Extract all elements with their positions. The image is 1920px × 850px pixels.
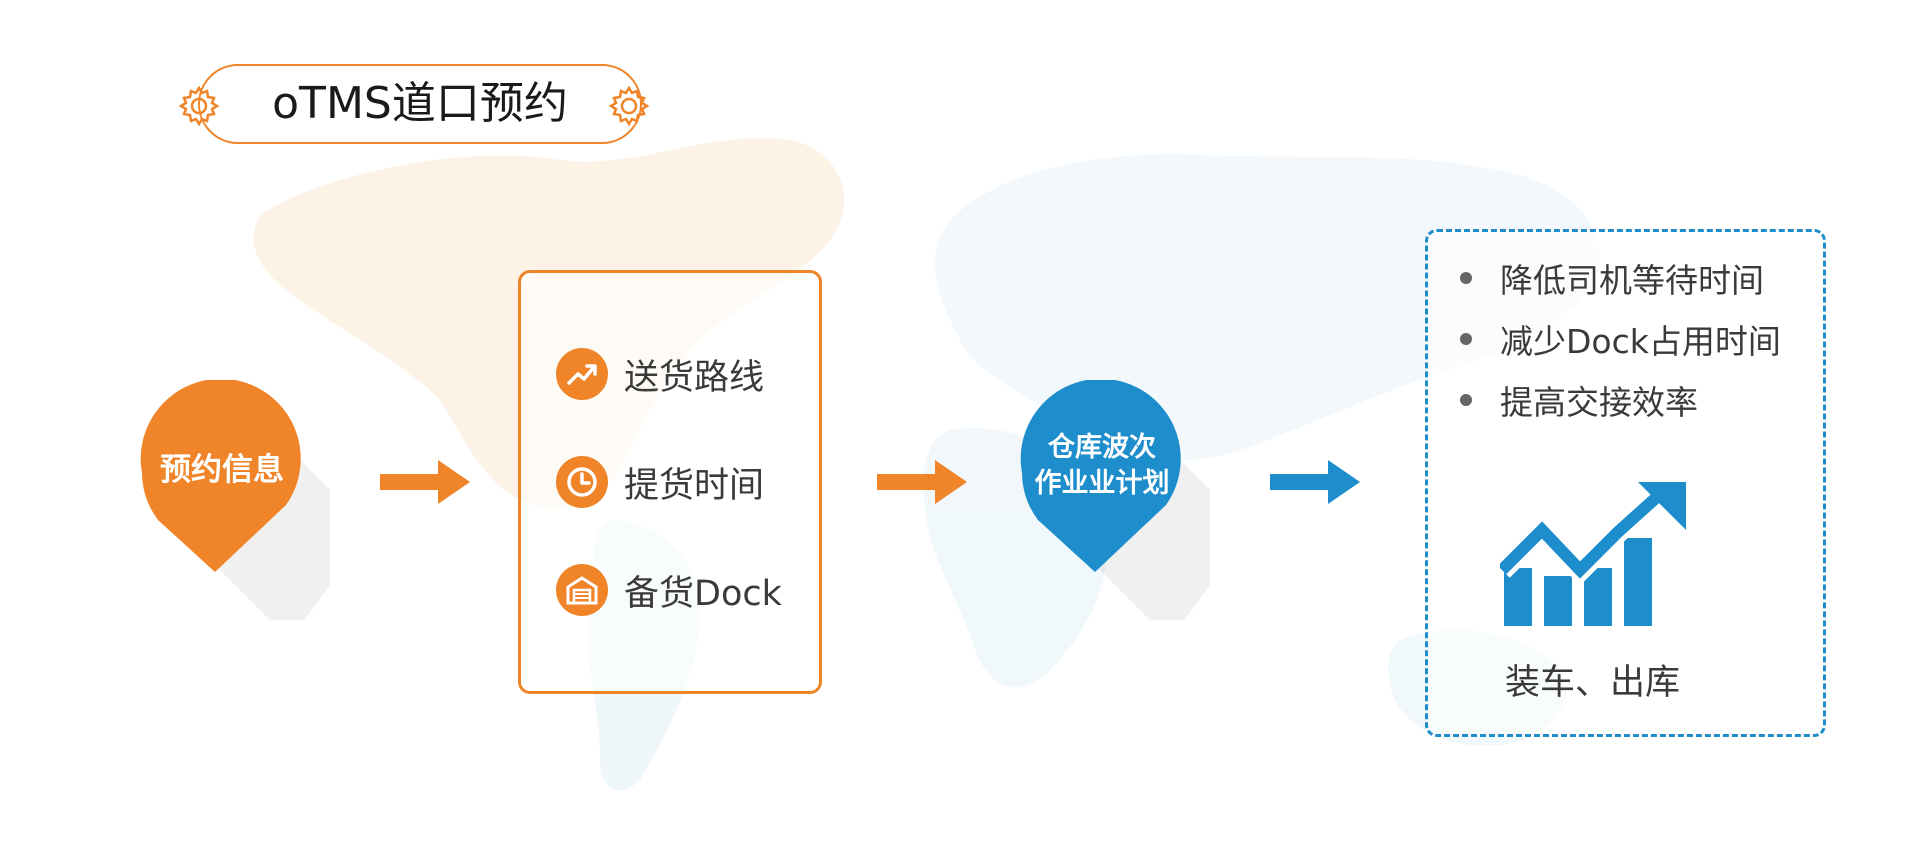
arrow-right-icon — [1270, 460, 1360, 504]
arrow-right-icon — [877, 460, 967, 504]
bullet-icon — [1460, 272, 1472, 284]
final-label: 装车、出库 — [1505, 663, 1681, 703]
list-item: 提货时间 — [556, 454, 764, 510]
clock-icon — [556, 456, 608, 508]
benefit-label: 提高交接效率 — [1500, 383, 1698, 422]
benefit-label: 降低司机等待时间 — [1500, 261, 1764, 300]
bullet-icon — [1460, 333, 1472, 345]
bullet-icon — [1460, 394, 1472, 406]
item-label: 提货时间 — [624, 465, 765, 506]
item-label: 送货路线 — [624, 357, 765, 398]
benefit-label: 减少Dock占用时间 — [1500, 322, 1781, 361]
process-diagram: oTMS道口预约 预约信息 送货路线 提货时间 备货Dock 仓库波次 作业业计… — [0, 0, 1920, 850]
gear-icon — [608, 85, 650, 127]
item-label: 备货Dock — [624, 573, 782, 614]
page-title: oTMS道口预约 — [272, 78, 568, 129]
warehouse-label-line-2: 作业业计划 — [1034, 468, 1170, 499]
start-label: 预约信息 — [160, 452, 284, 488]
start-pin — [140, 380, 330, 620]
warehouse-label: 仓库波次 作业业计划 — [1010, 430, 1194, 502]
list-item: 提高交接效率 — [1460, 378, 1698, 422]
warehouse-label-line-1: 仓库波次 — [1048, 432, 1156, 463]
list-item: 送货路线 — [556, 346, 764, 402]
list-item: 减少Dock占用时间 — [1460, 317, 1781, 361]
trend-up-icon — [556, 348, 608, 400]
warehouse-icon — [556, 564, 608, 616]
bar-chart-growth-icon — [1500, 482, 1686, 626]
gear-icon — [178, 85, 220, 127]
list-item: 备货Dock — [556, 562, 782, 618]
arrow-right-icon — [380, 460, 470, 504]
list-item: 降低司机等待时间 — [1460, 256, 1764, 300]
